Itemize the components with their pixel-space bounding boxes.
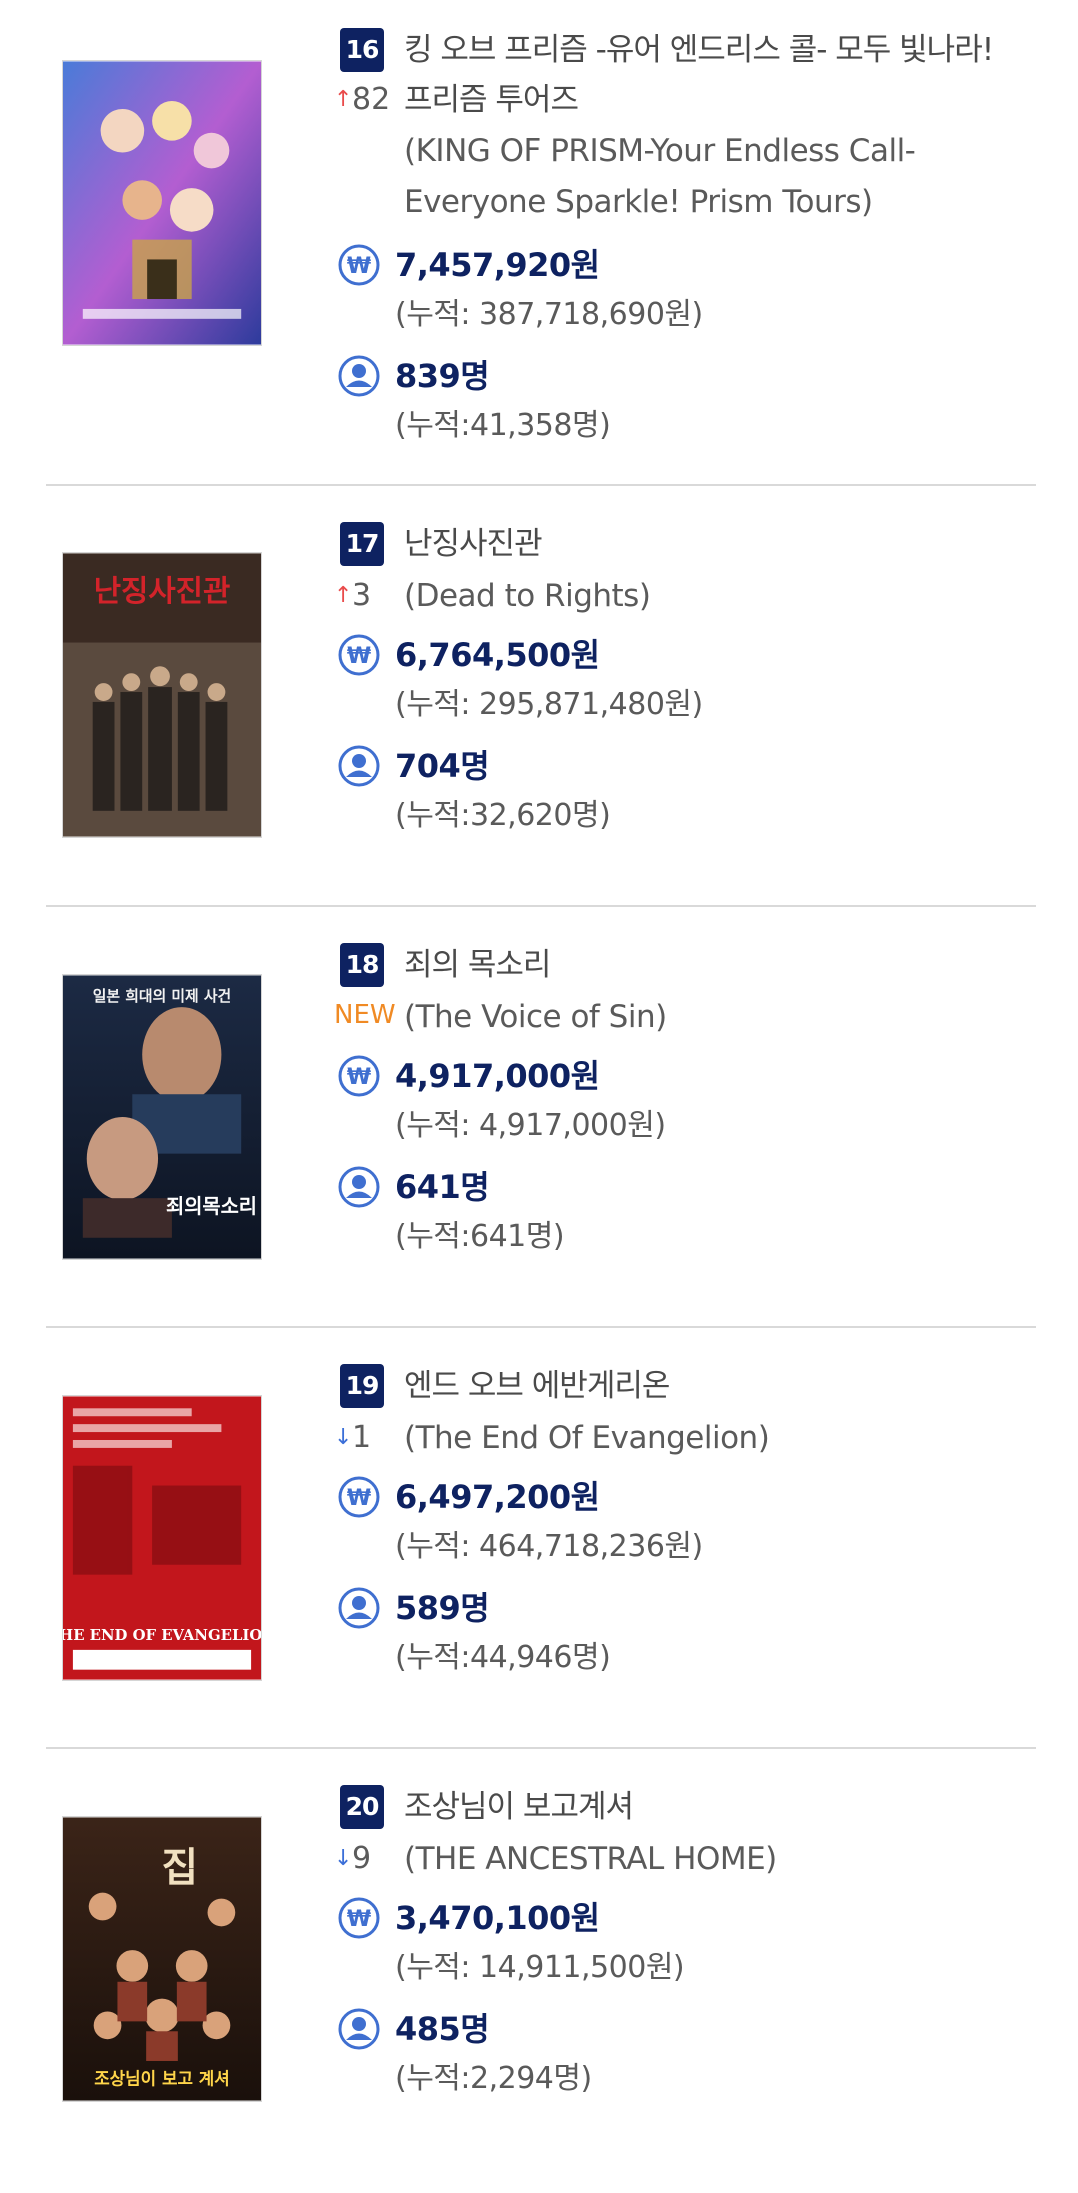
rank-change: ↓9 — [334, 1837, 371, 1881]
daily-revenue: 6,497,200원 — [395, 1478, 600, 1516]
movie-entry-19[interactable]: THE END OF EVANGELION 19 엔드 오브 에반게리온 ↓1 … — [0, 1352, 1078, 1772]
rank-badge: 16 — [340, 28, 384, 72]
new-badge: NEW — [334, 1000, 396, 1030]
svg-text:₩: ₩ — [347, 1907, 371, 1932]
movie-entry-16[interactable]: 16 킹 오브 프리즘 -유어 엔드리스 콜- 모두 빛나라! ↑82 프리즘 … — [0, 0, 1078, 443]
movie-entry-20[interactable]: 집 조상님이 보고 계셔 20 조상님이 보고계셔 ↓9 (THE ANCEST… — [0, 1773, 1078, 2193]
rank-change: ↓1 — [334, 1416, 371, 1460]
movie-title-ko-continued[interactable]: 프리즘 투어즈 — [404, 78, 1044, 122]
daily-audience: 839명 — [395, 357, 490, 395]
daily-revenue: 7,457,920원 — [395, 246, 600, 284]
cumulative-audience: (누적:41,358명) — [395, 408, 611, 443]
movie-poster[interactable] — [62, 60, 262, 346]
entry-divider — [46, 1326, 1036, 1328]
cumulative-revenue: (누적: 295,871,480원) — [395, 687, 703, 722]
rank-change-value: 82 — [352, 82, 391, 117]
won-circle-icon: ₩ — [337, 243, 381, 287]
won-circle-icon: ₩ — [337, 1896, 381, 1940]
cumulative-revenue: (누적: 4,917,000원) — [395, 1108, 666, 1143]
movie-entry-17[interactable]: 난징사진관 17 난징사진관 ↑3 (Dead to Rights) ₩ 6,7… — [0, 510, 1078, 930]
cumulative-revenue: (누적: 464,718,236원) — [395, 1529, 703, 1564]
daily-audience: 589명 — [395, 1589, 490, 1627]
svg-text:₩: ₩ — [347, 1486, 371, 1511]
rank-change: ↑3 — [334, 574, 371, 618]
arrow-up-icon: ↑ — [334, 87, 353, 112]
poster-title: 난징사진관 — [94, 574, 231, 609]
won-circle-icon: ₩ — [337, 633, 381, 677]
poster-image: 집 조상님이 보고 계셔 — [63, 1817, 261, 2101]
daily-audience: 641명 — [395, 1168, 490, 1206]
rank-badge: 19 — [340, 1364, 384, 1408]
daily-audience: 485명 — [395, 2010, 490, 2048]
movie-entry-18[interactable]: 일본 희대의 미제 사건 죄의목소리 18 죄의 목소리 NEW (The Vo… — [0, 931, 1078, 1351]
won-circle-icon: ₩ — [337, 1054, 381, 1098]
person-circle-icon — [337, 354, 381, 398]
movie-poster[interactable]: 집 조상님이 보고 계셔 — [62, 1816, 262, 2102]
rank-badge: 18 — [340, 943, 384, 987]
daily-audience: 704명 — [395, 747, 490, 785]
movie-title-ko[interactable]: 킹 오브 프리즘 -유어 엔드리스 콜- 모두 빛나라! — [404, 28, 1044, 72]
arrow-down-icon: ↓ — [334, 1425, 353, 1450]
poster-title: 죄의목소리 — [166, 1194, 257, 1218]
entry-divider — [46, 484, 1036, 486]
movie-title-ko[interactable]: 죄의 목소리 — [404, 943, 1044, 987]
movie-poster[interactable]: 난징사진관 — [62, 552, 262, 838]
rank-badge: 17 — [340, 522, 384, 566]
daily-revenue: 3,470,100원 — [395, 1899, 600, 1937]
arrow-up-icon: ↑ — [334, 583, 353, 608]
won-circle-icon: ₩ — [337, 1475, 381, 1519]
cumulative-audience: (누적:32,620명) — [395, 798, 611, 833]
movie-title-en: (Dead to Rights) — [404, 578, 651, 614]
movie-title-ko[interactable]: 난징사진관 — [404, 522, 1044, 566]
rank-badge: 20 — [340, 1785, 384, 1829]
poster-image: 난징사진관 — [63, 553, 261, 837]
cumulative-revenue: (누적: 387,718,690원) — [395, 297, 703, 332]
cumulative-audience: (누적:44,946명) — [395, 1640, 611, 1675]
rank-change-value: 9 — [352, 1841, 372, 1876]
poster-title: 조상님이 보고 계셔 — [94, 2069, 230, 2089]
box-office-list: 16 킹 오브 프리즘 -유어 엔드리스 콜- 모두 빛나라! ↑82 프리즘 … — [0, 0, 1078, 2140]
cumulative-revenue: (누적: 14,911,500원) — [395, 1950, 685, 1985]
poster-image: 일본 희대의 미제 사건 죄의목소리 — [63, 975, 261, 1259]
rank-change-value: 1 — [352, 1420, 372, 1455]
person-circle-icon — [337, 1165, 381, 1209]
movie-poster[interactable]: THE END OF EVANGELION — [62, 1395, 262, 1681]
poster-image — [63, 61, 261, 345]
movie-title-ko[interactable]: 조상님이 보고계셔 — [404, 1785, 1044, 1829]
svg-text:₩: ₩ — [347, 1065, 371, 1090]
rank-change-value: 3 — [352, 578, 372, 613]
movie-title-en: (The End Of Evangelion) — [404, 1420, 770, 1456]
daily-revenue: 6,764,500원 — [395, 636, 600, 674]
person-circle-icon — [337, 744, 381, 788]
poster-tagline: 일본 희대의 미제 사건 — [93, 987, 231, 1005]
movie-title-en-line-1: (KING OF PRISM-Your Endless Call- — [404, 133, 916, 169]
cumulative-audience: (누적:2,294명) — [395, 2061, 592, 2096]
svg-text:₩: ₩ — [347, 254, 371, 279]
movie-title-en: (The Voice of Sin) — [404, 999, 667, 1035]
entry-divider — [46, 905, 1036, 907]
person-circle-icon — [337, 2007, 381, 2051]
daily-revenue: 4,917,000원 — [395, 1057, 600, 1095]
movie-poster[interactable]: 일본 희대의 미제 사건 죄의목소리 — [62, 974, 262, 1260]
movie-title-en: (THE ANCESTRAL HOME) — [404, 1841, 777, 1877]
entry-divider — [46, 1747, 1036, 1749]
svg-text:₩: ₩ — [347, 644, 371, 669]
poster-image: THE END OF EVANGELION — [63, 1396, 261, 1680]
movie-title-en-line-2: Everyone Sparkle! Prism Tours) — [404, 184, 873, 220]
arrow-down-icon: ↓ — [334, 1846, 353, 1871]
rank-change: ↑82 — [334, 78, 390, 122]
cumulative-audience: (누적:641명) — [395, 1219, 565, 1254]
movie-title-ko[interactable]: 엔드 오브 에반게리온 — [404, 1364, 1044, 1408]
poster-big-glyph: 집 — [162, 1845, 198, 1891]
person-circle-icon — [337, 1586, 381, 1630]
poster-title: THE END OF EVANGELION — [63, 1626, 261, 1644]
